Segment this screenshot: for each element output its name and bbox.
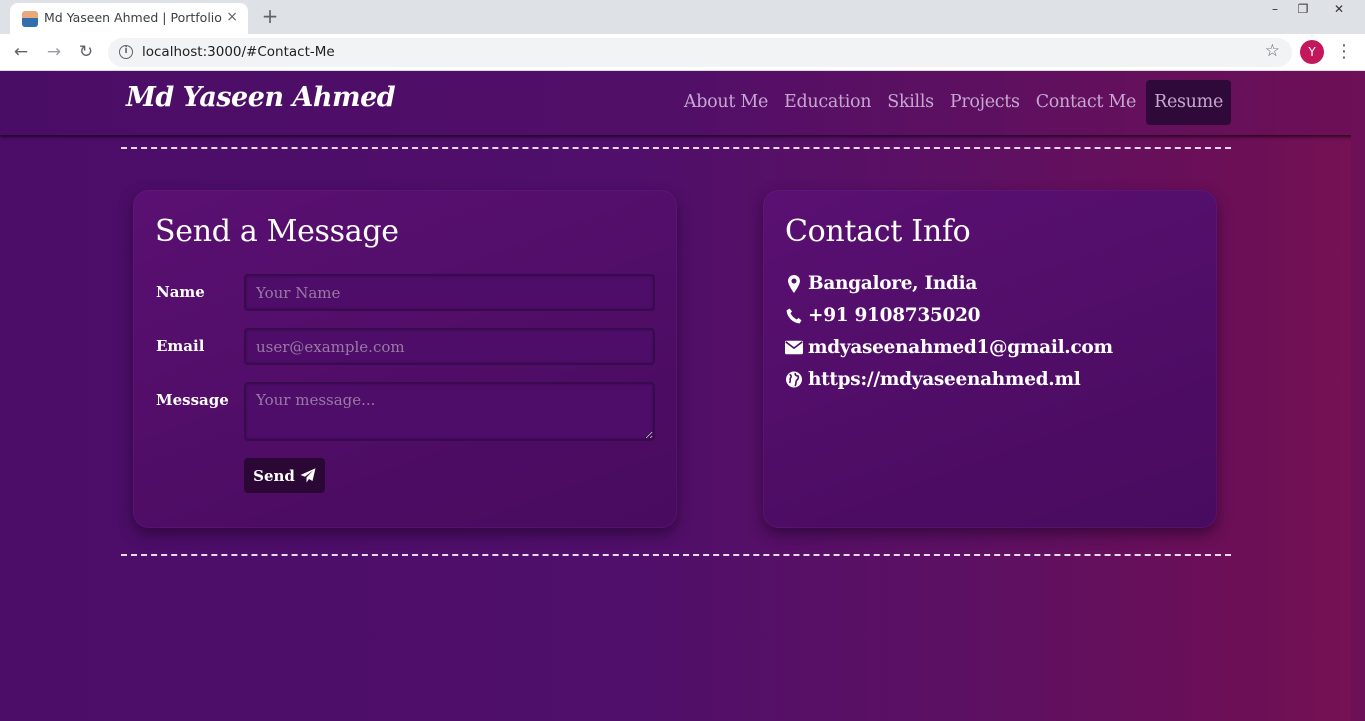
website-row: https://mdyaseenahmed.ml <box>785 369 1081 390</box>
tab-title: Md Yaseen Ahmed | Portfolio <box>44 10 222 25</box>
email-input[interactable] <box>244 328 655 365</box>
map-marker-icon <box>788 274 800 293</box>
name-input[interactable] <box>244 274 655 311</box>
name-label: Name <box>156 283 205 301</box>
brand-logo[interactable]: Md Yaseen Ahmed <box>126 82 396 113</box>
page-content: Md Yaseen Ahmed About Me Education Skill… <box>0 71 1365 721</box>
email-text[interactable]: mdyaseenahmed1@gmail.com <box>808 337 1113 358</box>
main-nav: About Me Education Skills Projects Conta… <box>676 80 1231 125</box>
close-window-button[interactable]: ✕ <box>1316 0 1362 20</box>
phone-icon <box>786 308 802 323</box>
phone-row: +91 9108735020 <box>785 305 981 326</box>
paper-plane-icon <box>300 468 316 483</box>
nav-education[interactable]: Education <box>776 80 879 125</box>
nav-skills[interactable]: Skills <box>879 80 942 125</box>
send-label: Send <box>253 466 295 485</box>
favicon-icon <box>22 11 38 27</box>
browser-menu-icon[interactable]: ⋮ <box>1334 40 1354 64</box>
email-label: Email <box>156 337 205 355</box>
profile-avatar[interactable]: Y <box>1300 40 1324 64</box>
form-title: Send a Message <box>155 214 399 249</box>
browser-chrome: Md Yaseen Ahmed | Portfolio × + – ❐ ✕ ← … <box>0 0 1365 71</box>
site-header: Md Yaseen Ahmed About Me Education Skill… <box>0 71 1365 135</box>
website-link[interactable]: https://mdyaseenahmed.ml <box>808 369 1081 390</box>
maximize-button[interactable]: ❐ <box>1288 0 1318 20</box>
message-textarea[interactable] <box>244 382 655 441</box>
reload-icon[interactable]: ↻ <box>74 40 98 64</box>
browser-tab[interactable]: Md Yaseen Ahmed | Portfolio × <box>10 3 248 34</box>
nav-contact-me[interactable]: Contact Me <box>1028 80 1144 125</box>
phone-text[interactable]: +91 9108735020 <box>808 305 981 326</box>
email-row: mdyaseenahmed1@gmail.com <box>785 337 1113 358</box>
message-label: Message <box>156 391 229 409</box>
forward-icon[interactable]: → <box>42 40 66 64</box>
address-url[interactable]: localhost:3000/#Contact-Me <box>142 44 335 60</box>
nav-projects[interactable]: Projects <box>942 80 1028 125</box>
message-form-card: Send a Message Name Email Message Send <box>133 190 677 528</box>
contact-title: Contact Info <box>785 214 971 249</box>
contact-info-card: Contact Info Bangalore, India +91 910873… <box>763 190 1217 528</box>
bookmark-star-icon[interactable]: ☆ <box>1265 41 1280 61</box>
section-divider-top <box>121 147 1231 149</box>
envelope-icon <box>785 340 803 355</box>
section-divider-bottom <box>121 554 1231 556</box>
site-info-icon[interactable]: i <box>119 45 133 59</box>
globe-icon <box>786 371 802 388</box>
address-bar[interactable]: i localhost:3000/#Contact-Me ☆ <box>108 38 1292 67</box>
minimize-button[interactable]: – <box>1260 0 1290 20</box>
new-tab-button[interactable]: + <box>256 4 284 30</box>
tab-close-icon[interactable]: × <box>226 9 238 25</box>
tab-strip: Md Yaseen Ahmed | Portfolio × + – ❐ ✕ <box>0 0 1365 34</box>
browser-toolbar: ← → ↻ i localhost:3000/#Contact-Me ☆ Y ⋮ <box>0 34 1365 71</box>
nav-resume-button[interactable]: Resume <box>1146 80 1231 125</box>
location-row: Bangalore, India <box>785 273 977 294</box>
page-scrollbar[interactable] <box>1351 598 1363 721</box>
send-button[interactable]: Send <box>244 458 325 493</box>
location-text: Bangalore, India <box>808 273 978 294</box>
back-icon[interactable]: ← <box>9 40 33 64</box>
nav-about-me[interactable]: About Me <box>676 80 776 125</box>
